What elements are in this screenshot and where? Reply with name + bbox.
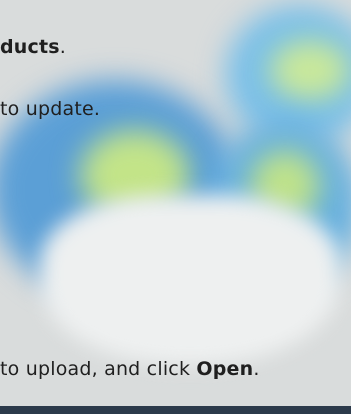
instruction-line-2: to update.: [0, 98, 100, 120]
background-illustration: [0, 0, 351, 414]
line3-rest: .: [253, 358, 260, 380]
instruction-line-3: to upload, and click Open.: [0, 358, 260, 380]
instruction-line-1: ducts.: [0, 36, 66, 58]
open-text: Open: [196, 358, 254, 380]
products-text: ducts: [0, 36, 60, 58]
line3-text: to upload, and click: [0, 358, 197, 380]
bowl-shape: [40, 195, 340, 365]
globe-shape-top-right-green: [270, 40, 350, 100]
line1-rest: .: [59, 36, 67, 58]
bottom-bar: [0, 406, 351, 414]
line2-text: to update.: [0, 98, 101, 120]
